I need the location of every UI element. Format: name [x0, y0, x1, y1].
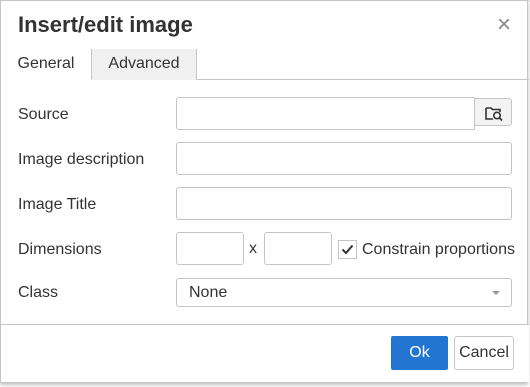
constrain-proportions-checkbox[interactable]	[338, 240, 357, 259]
class-select[interactable]: None	[176, 278, 512, 307]
constrain-proportions-label: Constrain proportions	[362, 241, 515, 258]
browse-button[interactable]	[474, 98, 512, 126]
source-label: Source	[18, 106, 69, 123]
height-input[interactable]	[264, 232, 332, 265]
class-label: Class	[18, 284, 59, 301]
tab-general[interactable]: General	[1, 49, 92, 80]
insert-image-dialog: Insert/edit image × General Advanced Sou…	[0, 0, 529, 383]
checkmark-icon	[341, 244, 354, 255]
source-input[interactable]	[176, 97, 475, 130]
dimensions-label: Dimensions	[18, 241, 102, 258]
description-input[interactable]	[176, 142, 512, 175]
dimension-separator: x	[249, 240, 257, 257]
tab-advanced[interactable]: Advanced	[92, 49, 197, 80]
description-label: Image description	[18, 151, 145, 168]
class-selected-value: None	[189, 284, 228, 301]
width-input[interactable]	[176, 232, 244, 265]
ok-button[interactable]: Ok	[391, 336, 448, 370]
chevron-down-icon	[492, 291, 500, 295]
dialog-footer	[1, 324, 529, 382]
folder-search-icon	[485, 107, 503, 121]
dialog-title: Insert/edit image	[18, 12, 193, 37]
tab-bar: General Advanced	[1, 49, 529, 80]
close-icon[interactable]: ×	[494, 13, 514, 37]
title-input[interactable]	[176, 187, 512, 220]
cancel-button[interactable]: Cancel	[454, 336, 514, 370]
title-label: Image Title	[18, 196, 97, 213]
